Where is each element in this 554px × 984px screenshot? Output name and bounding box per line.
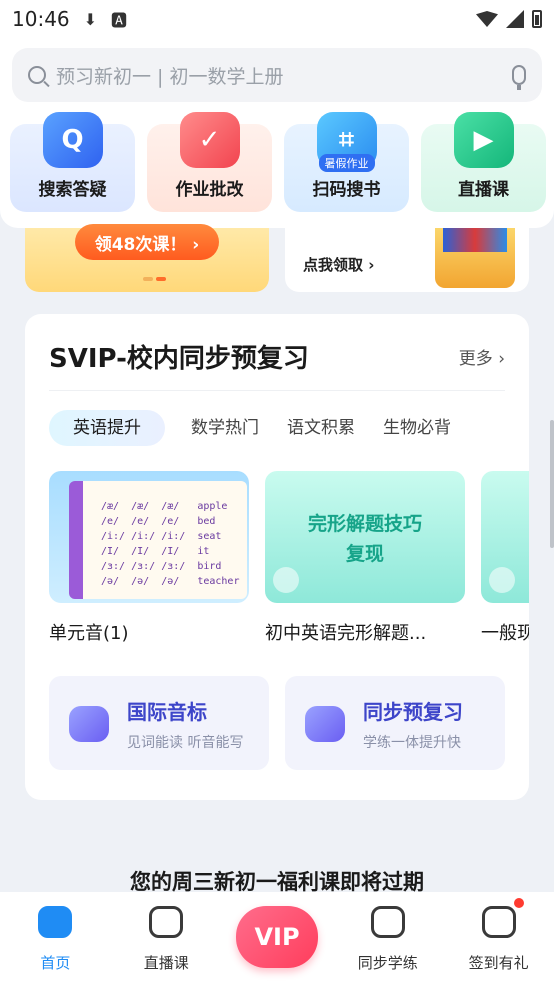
svip-section: SVIP-校内同步预复习 更多 › 英语提升 数学热门 语文积累 生物必背 /æ… xyxy=(25,314,529,800)
notification-a-icon: 🅰 xyxy=(111,11,128,30)
more-link[interactable]: 更多 › xyxy=(459,344,505,369)
search-q-icon: Q xyxy=(42,112,103,168)
section-title: SVIP-校内同步预复习 xyxy=(49,344,309,374)
nav-label: 直播课 xyxy=(143,954,189,972)
tab-chinese[interactable]: 语文积累 xyxy=(285,410,357,446)
tool-tag: 暑假作业 xyxy=(318,154,375,172)
home-icon xyxy=(38,906,73,938)
gear-puzzle-icon xyxy=(305,706,345,742)
course-thumbnail: /æ/ /æ/ /æ/ apple /e/ /e/ /e/ bed /i:/ /… xyxy=(49,471,249,603)
tool-label: 扫码搜书 xyxy=(312,180,381,200)
course-name: 初中英语完形解题... xyxy=(265,623,427,644)
claim-link[interactable]: 点我领取 › xyxy=(303,254,374,275)
status-time: 10:46 xyxy=(12,7,70,31)
nav-label: 首页 xyxy=(40,954,71,972)
course-list: /æ/ /æ/ /æ/ apple /e/ /e/ /e/ bed /i:/ /… xyxy=(49,471,529,651)
tool-search-answer[interactable]: Q 搜索答疑 xyxy=(10,112,135,212)
subject-tabs: 英语提升 数学热门 语文积累 生物必背 xyxy=(49,410,529,446)
feature-entries: 国际音标 见词能读 听音能写 同步预复习 学练一体提升快 xyxy=(49,676,505,770)
feature-subtitle: 学练一体提升快 xyxy=(363,735,461,751)
tab-biology[interactable]: 生物必背 xyxy=(381,410,453,446)
microphone-icon[interactable] xyxy=(512,65,526,90)
phonics-table: /æ/ /æ/ /æ/ apple /e/ /e/ /e/ bed /i:/ /… xyxy=(101,501,240,587)
checkin-icon xyxy=(481,906,516,938)
tool-homework-correct[interactable]: ✓ 作业批改 xyxy=(147,112,272,212)
nav-sync-practice[interactable]: 同步学练 xyxy=(332,892,443,984)
play-icon xyxy=(489,567,515,593)
vip-button[interactable]: VIP xyxy=(236,906,318,968)
wifi-icon xyxy=(476,11,498,27)
signal-icon xyxy=(506,10,524,28)
feature-sync-review[interactable]: 同步预复习 学练一体提升快 xyxy=(285,676,505,770)
status-bar: 10:46 ⬇ 🅰 xyxy=(0,0,554,38)
course-name: 一般现 xyxy=(481,623,529,644)
claim-classes-button[interactable]: 领48次课！ › xyxy=(75,224,219,260)
checkmark-icon: ✓ xyxy=(179,112,240,168)
tool-live-class[interactable]: ▶ 直播课 xyxy=(421,112,546,212)
course-thumbnail: 完形解题技巧 复现 xyxy=(265,471,465,603)
feature-title: 同步预复习 xyxy=(363,700,463,724)
thumb-title: 完形解题技巧 xyxy=(307,513,422,535)
header: 预习新初一 | 初一数学上册 Q 搜索答疑 ✓ 作业批改 ⌗ 暑假作业 扫码搜书… xyxy=(0,38,554,228)
tab-english[interactable]: 英语提升 xyxy=(49,410,165,446)
play-icon xyxy=(273,567,299,593)
search-icon xyxy=(28,66,46,84)
tool-label: 直播课 xyxy=(458,180,509,200)
play-tv-icon: ▶ xyxy=(453,112,514,168)
battery-icon xyxy=(532,10,542,28)
nav-label: 签到有礼 xyxy=(468,954,529,972)
course-thumbnail xyxy=(481,471,529,603)
tool-scan-book[interactable]: ⌗ 暑假作业 扫码搜书 xyxy=(284,112,409,212)
divider xyxy=(49,390,505,391)
carousel-indicator xyxy=(143,277,166,281)
tool-label: 搜索答疑 xyxy=(38,180,107,200)
course-card[interactable]: /æ/ /æ/ /æ/ apple /e/ /e/ /e/ bed /i:/ /… xyxy=(49,471,249,645)
promo-banner-right[interactable]: 点我领取 › xyxy=(285,228,529,292)
scrollbar[interactable] xyxy=(550,420,554,548)
promo-banner-left[interactable]: 领48次课！ › xyxy=(25,224,269,292)
books-icon xyxy=(443,228,507,252)
thumb-subtitle: 复现 xyxy=(345,543,384,565)
nav-home[interactable]: 首页 xyxy=(0,892,111,984)
notification-dot xyxy=(513,898,524,908)
tool-shortcuts: Q 搜索答疑 ✓ 作业批改 ⌗ 暑假作业 扫码搜书 ▶ 直播课 xyxy=(10,112,546,212)
course-card[interactable]: 完形解题技巧 复现 初中英语完形解题... xyxy=(265,471,465,645)
feature-phonetics[interactable]: 国际音标 见词能读 听音能写 xyxy=(49,676,269,770)
nav-checkin[interactable]: 签到有礼 xyxy=(443,892,554,984)
download-icon: ⬇ xyxy=(83,9,98,29)
search-placeholder: 预习新初一 | 初一数学上册 xyxy=(56,65,284,88)
phonetics-icon xyxy=(69,706,109,742)
course-card[interactable]: 一般现 xyxy=(481,471,529,645)
feature-subtitle: 见词能读 听音能写 xyxy=(127,735,244,751)
feature-title: 国际音标 xyxy=(127,700,207,724)
nav-live[interactable]: 直播课 xyxy=(111,892,222,984)
tab-math[interactable]: 数学热门 xyxy=(189,410,261,446)
nav-label: 同步学练 xyxy=(357,954,418,972)
search-bar[interactable]: 预习新初一 | 初一数学上册 xyxy=(12,48,542,102)
book-icon xyxy=(370,906,405,938)
play-icon xyxy=(149,906,184,938)
tool-label: 作业批改 xyxy=(175,180,244,200)
course-name: 单元音(1) xyxy=(49,623,129,644)
